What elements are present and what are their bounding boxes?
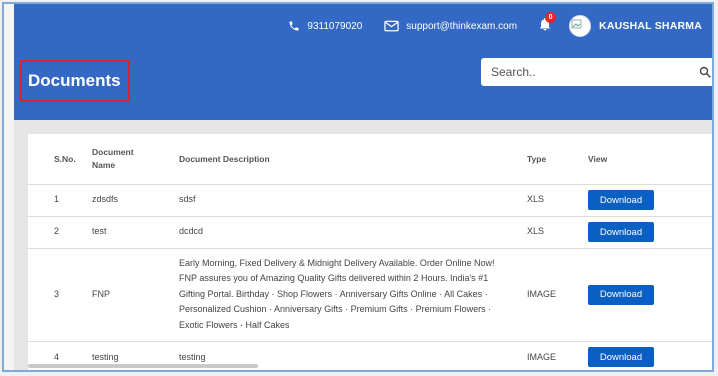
horizontal-scrollbar[interactable] [28,364,258,368]
download-button[interactable]: Download [588,222,654,242]
header-sno: S.No. [28,134,84,185]
notifications-button[interactable]: 0 [539,12,557,34]
header-type: Type [519,134,580,185]
top-bar: 9311079020 support@thinkexam.com 0 KAUSH… [14,4,712,48]
search-input[interactable] [481,58,694,86]
email-address: support@thinkexam.com [406,20,518,32]
download-button[interactable]: Download [588,190,654,210]
notification-count-badge: 0 [545,12,557,23]
email-contact[interactable]: support@thinkexam.com [384,20,517,32]
header-bar: 9311079020 support@thinkexam.com 0 KAUSH… [14,4,712,120]
row-view-cell: Download [580,341,712,370]
row-view-cell: Download [580,248,712,342]
header-document-name-label: Document Name [92,146,134,170]
header-document-name: Document Name [84,134,171,185]
broken-image-icon [571,19,582,29]
user-name: KAUSHAL SHARMA [599,20,702,32]
row-type: IMAGE [519,248,580,342]
search-box [481,58,712,86]
phone-contact[interactable]: 9311079020 [288,20,362,32]
envelope-icon [384,20,399,32]
phone-number: 9311079020 [307,20,363,32]
header-view: View [580,134,712,185]
header-document-description: Document Description [171,134,519,185]
row-sno: 2 [28,216,84,249]
row-sno: 3 [28,248,84,342]
documents-table: S.No. Document Name Document Description… [28,134,712,370]
row-view-cell: Download [580,216,712,249]
phone-icon [289,21,299,31]
left-strip [4,4,14,370]
row-document-name: test [84,216,171,249]
user-menu[interactable]: KAUSHAL SHARMA [569,15,702,37]
documents-card: S.No. Document Name Document Description… [28,134,712,370]
table-row: 1 zdsdfs sdsf XLS Download [28,184,712,217]
avatar[interactable] [569,15,592,37]
row-type: XLS [519,216,580,249]
page-title: Documents [28,71,121,90]
row-document-name: FNP [84,248,171,342]
table-row: 2 test dcdcd XLS Download [28,216,712,249]
row-sno: 1 [28,184,84,217]
search-button[interactable] [694,66,712,78]
page-title-highlight: Documents [20,60,130,102]
row-document-description: dcdcd [171,216,519,249]
table-header-row: S.No. Document Name Document Description… [28,134,712,185]
row-document-name: zdsdfs [84,184,171,217]
browser-frame: 9311079020 support@thinkexam.com 0 KAUSH… [2,2,714,372]
download-button[interactable]: Download [588,284,654,305]
download-button[interactable]: Download [588,347,654,368]
row-type: IMAGE [527,351,557,362]
row-view-cell: Download [580,184,712,217]
search-icon [699,66,711,78]
row-document-description: Early Morning, Fixed Delivery & Midnight… [171,248,519,342]
row-type: XLS [519,184,580,217]
row-document-description: sdsf [171,184,519,217]
table-row: 3 FNP Early Morning, Fixed Delivery & Mi… [28,248,712,342]
